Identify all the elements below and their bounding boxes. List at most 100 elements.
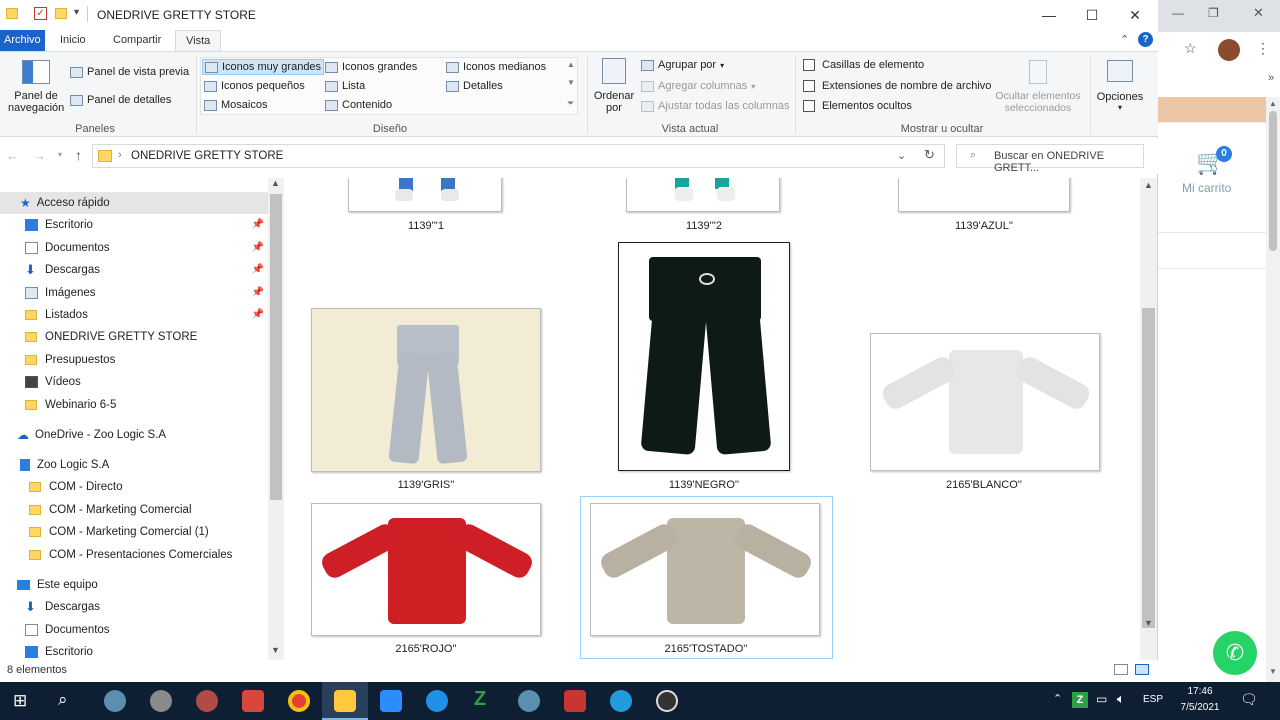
maximize-button[interactable]: ☐ [1070, 0, 1114, 30]
layout-list[interactable]: Lista [325, 80, 365, 92]
nav-item-webinario[interactable]: Webinario 6-5 [0, 394, 268, 416]
forward-icon[interactable]: → [33, 148, 46, 163]
file-extensions-toggle[interactable]: Extensiones de nombre de archivo [803, 80, 991, 92]
volume-icon[interactable]: 🔈︎ [1117, 691, 1125, 707]
back-icon[interactable]: ← [6, 148, 19, 163]
layout-content[interactable]: Contenido [325, 99, 392, 111]
scroll-up-icon[interactable]: ▲ [1269, 99, 1277, 108]
nav-item-imagenes[interactable]: Imágenes 📌 [0, 282, 268, 304]
tray-app-icon[interactable]: Z [1072, 692, 1088, 708]
restore-icon[interactable]: ❐ [1208, 6, 1219, 20]
tab-compartir[interactable]: Compartir [103, 30, 171, 51]
scroll-up-icon[interactable]: ▲ [271, 178, 280, 188]
file-name[interactable]: 1139'''1 [306, 220, 546, 232]
nav-item-com-presentaciones[interactable]: COM - Presentaciones Comerciales [0, 544, 268, 566]
layout-tiles[interactable]: Mosaicos [204, 99, 267, 111]
minimize-button[interactable]: — [1027, 0, 1071, 30]
customize-toolbar-icon[interactable]: ▾ [74, 7, 79, 18]
file-thumbnail[interactable] [311, 503, 541, 636]
language-indicator[interactable]: ESP [1143, 694, 1163, 705]
address-bar[interactable]: › ONEDRIVE GRETTY STORE ⌄ [92, 144, 945, 168]
gallery-up-icon[interactable]: ▲ [567, 60, 575, 69]
hidden-items-toggle[interactable]: Elementos ocultos [803, 100, 912, 112]
close-button[interactable]: ✕ [1113, 0, 1157, 30]
html-editor-icon[interactable] [242, 690, 264, 712]
zoom-icon[interactable] [380, 690, 402, 712]
nav-org[interactable]: Zoo Logic S.A [0, 454, 268, 476]
help-icon[interactable]: ? [1138, 32, 1153, 47]
file-thumbnail[interactable] [898, 178, 1070, 212]
clock-date[interactable]: 7/5/2021 [1175, 702, 1225, 713]
nav-pane-button[interactable]: Panel de navegación [8, 56, 64, 116]
obs-icon[interactable] [656, 690, 678, 712]
file-name[interactable]: 1139'NEGRO'' [584, 479, 824, 491]
content-scroll-thumb[interactable] [1142, 308, 1155, 628]
app-icon[interactable] [564, 690, 586, 712]
sort-by-button[interactable]: Ordenar por [592, 56, 636, 114]
file-name[interactable]: 2165'BLANCO'' [864, 479, 1104, 491]
nav-pc-descargas[interactable]: ⬇ Descargas [0, 596, 268, 618]
file-explorer-icon[interactable] [334, 690, 356, 712]
chrome-icon[interactable] [288, 690, 310, 712]
file-thumbnail[interactable] [618, 242, 790, 471]
nav-item-com-marketing[interactable]: COM - Marketing Comercial [0, 499, 268, 521]
recent-locations-icon[interactable]: ▾ [58, 150, 62, 159]
search-icon[interactable]: ⌕ [58, 690, 68, 710]
edge-icon[interactable] [610, 690, 632, 712]
browser-scroll-thumb[interactable] [1269, 111, 1277, 251]
properties-icon[interactable]: ✓ [34, 7, 47, 20]
tab-vista[interactable]: Vista [175, 30, 222, 51]
new-folder-icon[interactable] [55, 8, 67, 19]
minimize-icon[interactable]: — [1172, 6, 1184, 20]
item-checkboxes-toggle[interactable]: Casillas de elemento [803, 59, 924, 71]
large-icons-view-icon[interactable] [1135, 664, 1149, 675]
nav-quick-access[interactable]: ★ Acceso rápido [0, 192, 268, 214]
nav-item-descargas[interactable]: ⬇ Descargas 📌 [0, 259, 268, 281]
windows-start-icon[interactable]: ⊞ [13, 691, 27, 711]
nav-item-listados[interactable]: Listados 📌 [0, 304, 268, 326]
avatar[interactable] [1218, 39, 1240, 61]
nav-pc-documentos[interactable]: Documentos [0, 619, 268, 641]
clock-time[interactable]: 17:46 [1180, 686, 1220, 697]
app-icon[interactable] [196, 690, 218, 712]
content-scrollbar[interactable]: ▲ ▼ [1140, 178, 1157, 660]
options-button[interactable]: Opciones ▾ [1094, 60, 1146, 112]
app-icon[interactable] [104, 690, 126, 712]
close-icon[interactable]: ✕ [1253, 5, 1264, 21]
file-name[interactable]: 1139'GRIS'' [306, 479, 546, 491]
app-icon[interactable] [518, 690, 540, 712]
tray-expand-icon[interactable]: ⌃ [1053, 692, 1062, 705]
network-icon[interactable]: ▭ [1096, 692, 1107, 706]
file-thumbnail[interactable] [870, 333, 1100, 471]
scroll-up-icon[interactable]: ▲ [1144, 180, 1153, 190]
nav-onedrive[interactable]: ☁ OneDrive - Zoo Logic S.A [0, 424, 268, 446]
layout-large-icons[interactable]: Iconos grandes [325, 61, 417, 73]
breadcrumb[interactable]: ONEDRIVE GRETTY STORE [131, 150, 283, 162]
nav-item-com-directo[interactable]: COM - Directo [0, 476, 268, 498]
bookmark-star-icon[interactable]: ☆ [1184, 40, 1197, 57]
nav-item-videos[interactable]: Vídeos [0, 371, 268, 393]
nav-item-presupuestos[interactable]: Presupuestos [0, 349, 268, 371]
file-thumbnail[interactable] [590, 503, 820, 636]
file-name[interactable]: 1139'AZUL'' [864, 220, 1104, 232]
menu-icon[interactable]: ⋮ [1256, 40, 1270, 57]
nav-scrollbar[interactable]: ▲ ▼ [268, 178, 284, 660]
gallery-down-icon[interactable]: ▼ [567, 78, 575, 87]
nav-scroll-thumb[interactable] [270, 194, 282, 500]
internet-explorer-icon[interactable] [426, 690, 448, 712]
file-name[interactable]: 2165'ROJO'' [306, 643, 546, 655]
layout-small-icons[interactable]: Iconos pequeños [204, 80, 305, 92]
tab-inicio[interactable]: Inicio [50, 30, 96, 51]
preview-pane-button[interactable]: Panel de vista previa [70, 66, 189, 78]
search-input[interactable]: ⌕ Buscar en ONEDRIVE GRETT... [956, 144, 1144, 174]
fit-columns-button[interactable]: Ajustar todas las columnas [641, 100, 789, 112]
details-view-icon[interactable] [1114, 664, 1128, 675]
layout-details[interactable]: Detalles [446, 80, 503, 92]
tab-archivo[interactable]: Archivo [0, 30, 45, 51]
whatsapp-button[interactable]: ✆ [1213, 631, 1257, 675]
hide-selected-button[interactable]: Ocultar elementos seleccionados [990, 60, 1086, 114]
app-icon[interactable] [150, 690, 172, 712]
file-name[interactable]: 1139'''2 [584, 220, 824, 232]
scroll-down-icon[interactable]: ▼ [1269, 667, 1277, 676]
scroll-down-icon[interactable]: ▼ [271, 645, 280, 655]
